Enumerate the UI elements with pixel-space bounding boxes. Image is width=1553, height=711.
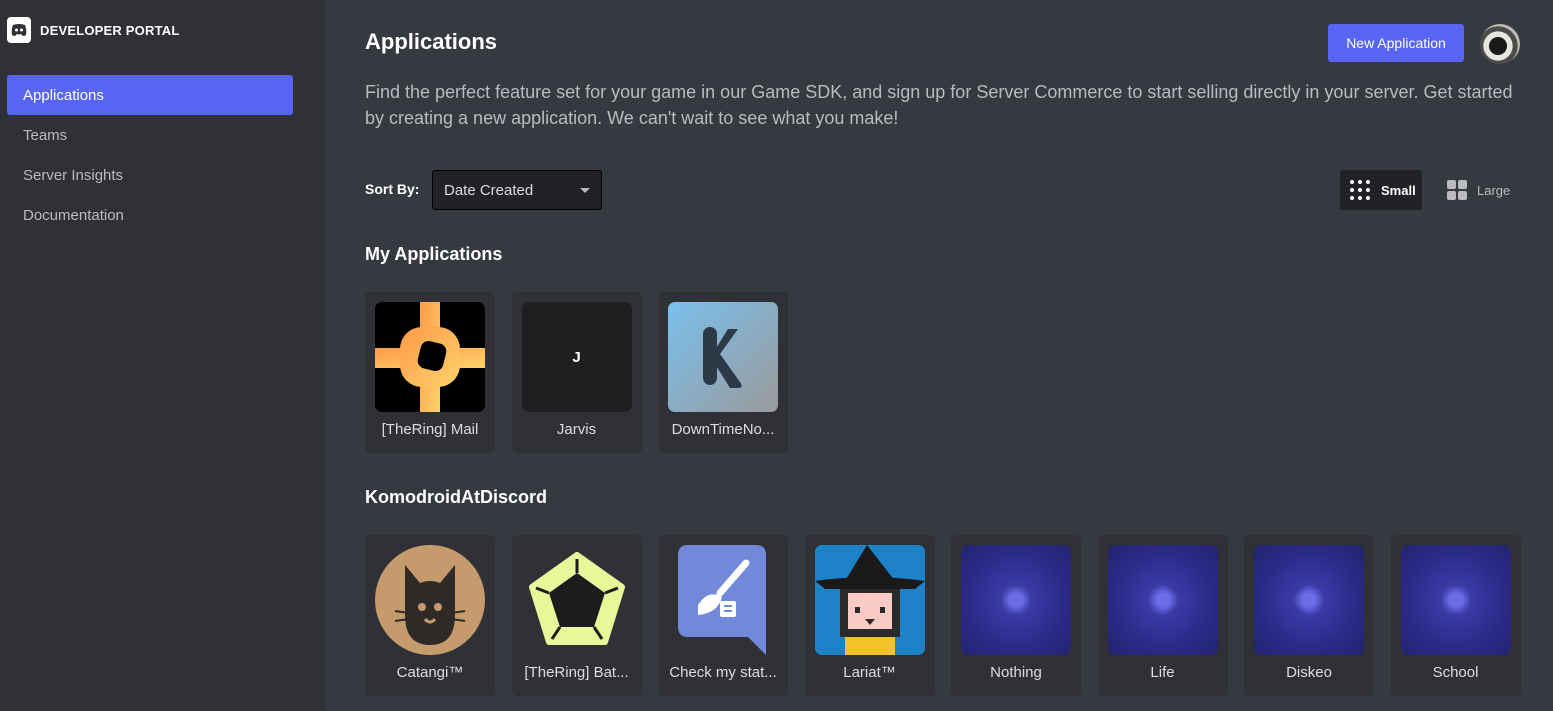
letter-j-icon: J xyxy=(521,302,632,412)
view-large-toggle[interactable]: Large xyxy=(1438,170,1518,210)
sidebar-item-server-insights[interactable]: Server Insights xyxy=(7,155,293,195)
brand-title: DEVELOPER PORTAL xyxy=(40,22,180,38)
app-name: Life xyxy=(1150,664,1175,681)
page-title: Applications xyxy=(365,29,498,54)
large-grid-icon xyxy=(1447,180,1467,200)
sidebar: DEVELOPER PORTAL Applications Teams Serv… xyxy=(0,0,325,711)
blurred-logo-icon xyxy=(1254,545,1364,655)
chat-brush-icon xyxy=(668,545,778,655)
team-applications-grid: Catangi™ [TheRing] Bat... Check my stat.… xyxy=(365,535,1521,696)
app-card[interactable]: Diskeo xyxy=(1244,535,1374,696)
sidebar-nav: Applications Teams Server Insights Docum… xyxy=(7,75,293,235)
cat-face-icon xyxy=(375,545,485,655)
main-content: Applications New Application Find the pe… xyxy=(325,0,1553,711)
view-small-label: Small xyxy=(1381,182,1416,198)
app-card[interactable]: Lariat™ xyxy=(804,535,935,696)
sidebar-item-documentation[interactable]: Documentation xyxy=(7,195,293,235)
sort-dropdown[interactable]: Date Created xyxy=(432,170,602,210)
chevron-down-icon xyxy=(580,188,590,193)
app-name: School xyxy=(1432,664,1479,681)
view-small-toggle[interactable]: Small xyxy=(1340,170,1422,210)
app-name: DownTimeNo... xyxy=(671,421,775,438)
sort-dropdown-value: Date Created xyxy=(444,181,534,199)
section-title-my-applications: My Applications xyxy=(365,244,503,264)
blurred-logo-icon xyxy=(1107,545,1218,655)
view-large-label: Large xyxy=(1477,182,1511,198)
brand[interactable]: DEVELOPER PORTAL xyxy=(7,17,179,43)
app-card[interactable]: [TheRing] Mail xyxy=(365,292,495,453)
blurred-logo-icon xyxy=(1400,545,1511,655)
pentagon-icon xyxy=(521,545,632,655)
app-name: Check my stat... xyxy=(669,664,777,681)
app-name: Lariat™ xyxy=(843,664,896,681)
section-title-team: KomodroidAtDiscord xyxy=(365,487,547,507)
app-name: [TheRing] Bat... xyxy=(524,664,629,681)
app-card[interactable]: Nothing xyxy=(951,535,1081,696)
discord-logo-icon xyxy=(7,17,31,43)
witch-girl-icon xyxy=(814,545,925,655)
blurred-logo-icon xyxy=(961,545,1071,655)
page-description: Find the perfect feature set for your ga… xyxy=(365,82,1513,128)
sidebar-item-applications[interactable]: Applications xyxy=(7,75,293,115)
app-initial: J xyxy=(572,348,581,366)
sidebar-item-teams[interactable]: Teams xyxy=(7,115,293,155)
new-application-button[interactable]: New Application xyxy=(1328,24,1464,62)
app-card[interactable]: Life xyxy=(1097,535,1228,696)
app-card[interactable]: Catangi™ xyxy=(365,535,495,696)
app-card[interactable]: J Jarvis xyxy=(511,292,642,453)
thering-mail-icon xyxy=(375,302,485,412)
app-name: Diskeo xyxy=(1286,664,1332,681)
app-card[interactable]: DownTimeNo... xyxy=(658,292,788,453)
app-name: Jarvis xyxy=(556,421,597,438)
app-card[interactable]: [TheRing] Bat... xyxy=(511,535,642,696)
sort-label: Sort By: xyxy=(365,181,420,197)
app-card[interactable]: Check my stat... xyxy=(658,535,788,696)
small-grid-icon xyxy=(1350,179,1371,201)
k-logo-icon xyxy=(668,302,778,412)
app-name: Nothing xyxy=(990,664,1042,681)
app-card[interactable]: School xyxy=(1390,535,1521,696)
user-avatar[interactable] xyxy=(1480,24,1520,64)
app-name: [TheRing] Mail xyxy=(381,421,479,438)
app-name: Catangi™ xyxy=(396,664,464,681)
my-applications-grid: [TheRing] Mail J Jarvis DownTimeNo... xyxy=(365,292,805,453)
